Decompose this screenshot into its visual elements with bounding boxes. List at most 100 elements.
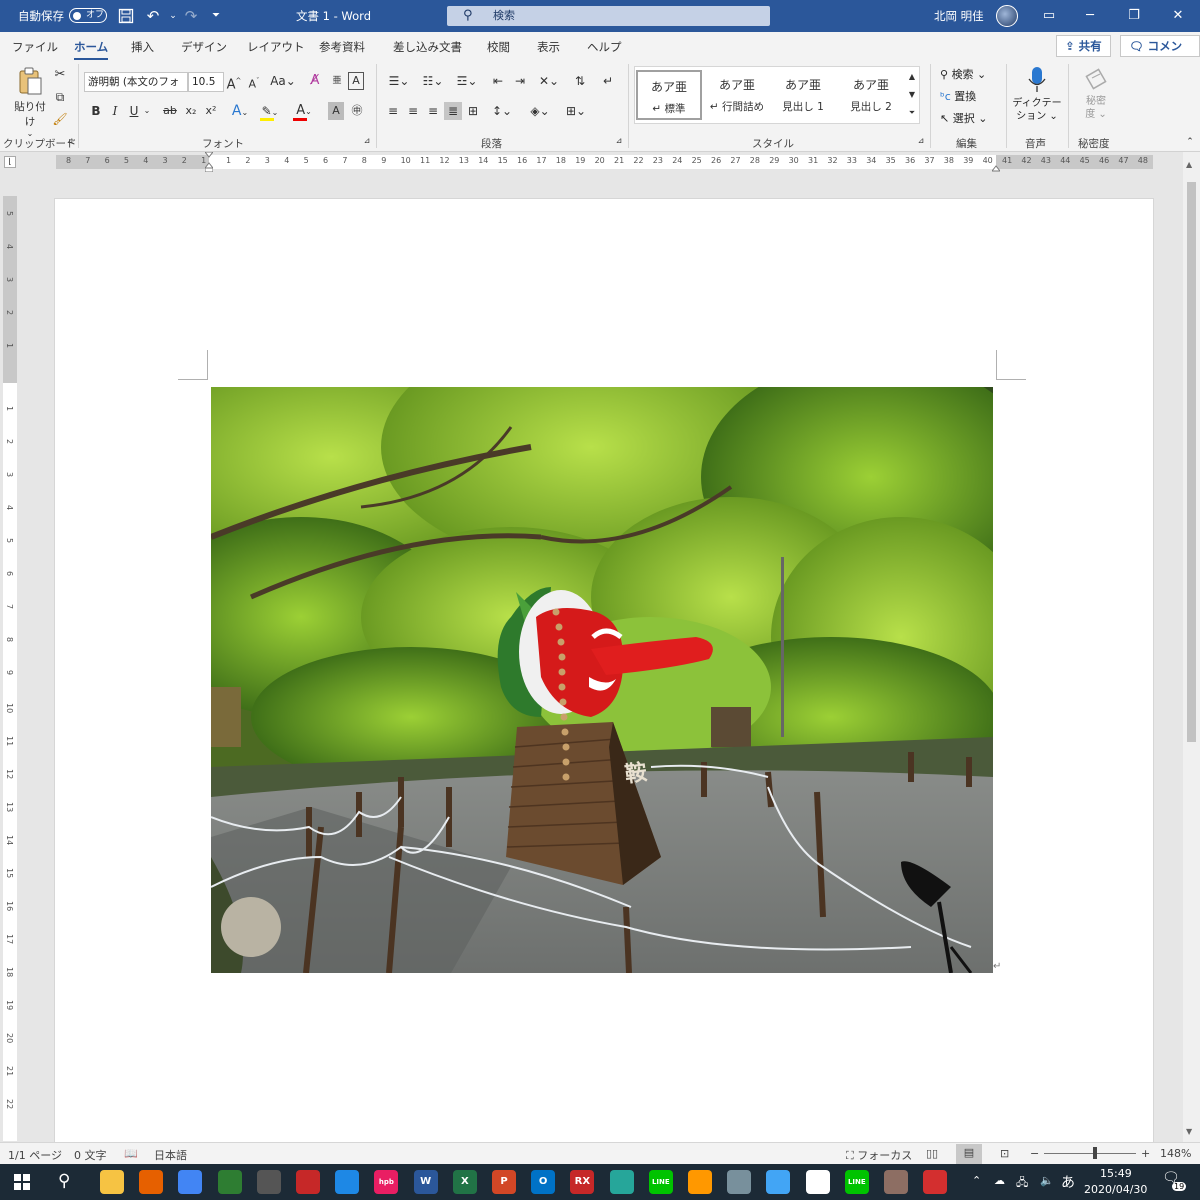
taskbar-excel-icon[interactable]: X [452,1170,477,1194]
language-indicator[interactable]: 日本語 [154,1147,187,1163]
taskbar-app-viewer-icon[interactable] [727,1170,752,1194]
tab-layout[interactable]: レイアウト [247,39,305,55]
underline-button[interactable]: U [127,102,141,120]
select-button[interactable]: ↖ 選択 ⌄ [940,110,987,126]
grow-font-icon[interactable]: A^ [226,72,242,92]
highlight-icon[interactable]: ✎⌄ [258,102,282,121]
font-name-combo[interactable]: 游明朝 (本文のフォ [84,72,188,92]
vertical-scrollbar[interactable]: ▲ ▼ [1183,152,1200,1142]
restore-icon[interactable]: ❐ [1112,0,1156,32]
clear-formatting-icon[interactable]: A̸ [306,72,324,90]
taskbar-firefox-icon[interactable] [139,1170,164,1194]
change-case-button[interactable]: Aa⌄ [270,72,296,90]
shrink-font-icon[interactable]: Aˇ [246,72,262,91]
zoom-slider-thumb[interactable] [1093,1147,1097,1159]
scroll-up-icon[interactable]: ▲ [1186,160,1192,169]
focus-mode-button[interactable]: ⛶ フォーカス [846,1147,912,1163]
increase-indent-icon[interactable]: ⇥ [510,72,530,90]
close-icon[interactable]: ✕ [1156,0,1200,32]
volume-icon[interactable]: 🔈 [1040,1174,1054,1187]
ribbon-display-icon[interactable]: ▭ [1027,0,1071,32]
styles-launcher-icon[interactable]: ⊿ [916,136,926,146]
comments-button[interactable]: 🗨 コメント [1120,35,1200,73]
sensitivity-button[interactable]: 秘密 度 ⌄ [1076,66,1116,121]
distributed-icon[interactable]: ⊞ [464,102,482,120]
justify-icon[interactable]: ≣ [444,102,462,120]
taskbar-app-camera-icon[interactable] [256,1170,281,1194]
tab-help[interactable]: ヘルプ [587,39,622,55]
taskbar-search-icon[interactable]: ⚲ [58,1171,70,1191]
inserted-photo[interactable]: 鞍 [211,387,993,973]
enclose-characters-icon[interactable]: ㊥ [348,102,366,120]
clock-date[interactable]: 2020/04/30 [1084,1183,1147,1196]
align-center-icon[interactable]: ≡ [404,102,422,120]
tab-insert[interactable]: 挿入 [131,39,154,55]
asian-layout-icon[interactable]: ✕⌄ [535,72,563,90]
taskbar-chrome-icon[interactable] [178,1170,203,1194]
tab-references[interactable]: 参考資料 [319,39,365,55]
text-effects-icon[interactable]: A⌄ [228,102,252,120]
underline-dropdown-icon[interactable]: ⌄ [142,102,152,120]
vertical-ruler[interactable]: 54321 1 2 3 4 5 6 7 8 9 10 11 12 13 14 15 16 17 18 19 20 21 2… [3,196,17,1141]
taskbar-app-green-icon[interactable] [217,1170,242,1194]
superscript-button[interactable]: x² [203,102,219,120]
taskbar-app-globe-icon[interactable] [335,1170,360,1194]
zoom-in-icon[interactable]: + [1141,1147,1150,1160]
save-icon[interactable] [115,5,137,27]
minimize-icon[interactable]: ─ [1068,0,1112,32]
taskbar-slack-icon[interactable] [805,1170,830,1194]
tab-design[interactable]: デザイン [181,39,227,55]
replace-button[interactable]: ᵇc 置換 [940,88,976,104]
zoom-out-icon[interactable]: − [1030,1147,1039,1160]
customize-qat-icon[interactable]: ⏷ [205,5,227,27]
windows-start-icon[interactable] [14,1174,30,1190]
clipboard-launcher-icon[interactable]: ⊿ [65,136,75,146]
web-layout-icon[interactable]: ⊡ [1000,1147,1009,1160]
taskbar-line2-icon[interactable]: LINE [844,1170,869,1194]
align-right-icon[interactable]: ≡ [424,102,442,120]
line-spacing-button[interactable]: ↕⌄ [488,102,516,120]
page-count[interactable]: 1/1 ページ [8,1147,62,1163]
undo-icon[interactable]: ↶ [142,5,164,27]
style-no-spacing[interactable]: あア亜 ↵ 行間詰め [704,70,770,120]
clock-time[interactable]: 15:49 [1100,1167,1132,1180]
taskbar-app-mail-icon[interactable] [766,1170,791,1194]
style-scroll-up-icon[interactable]: ▲ [905,68,919,86]
copy-icon[interactable]: ⧉ [52,88,68,106]
onedrive-icon[interactable]: ☁ [994,1174,1005,1187]
font-size-combo[interactable]: 10.5 [188,72,224,92]
network-icon[interactable]: 🖧 [1016,1174,1028,1193]
subscript-button[interactable]: x₂ [183,102,199,120]
bullets-button[interactable]: ☰⌄ [384,72,414,90]
taskbar-app-note-icon[interactable] [609,1170,634,1194]
find-button[interactable]: ⚲ 検索 ⌄ [940,66,986,82]
ime-indicator[interactable]: あ [1061,1172,1075,1192]
dictate-button[interactable]: ディクテー ション ⌄ [1012,66,1062,123]
print-layout-icon[interactable]: ▤ [956,1144,982,1164]
character-border-icon[interactable]: A [348,72,364,90]
tab-home[interactable]: ホーム [74,39,109,61]
format-painter-icon[interactable]: 🖌 [52,110,68,128]
user-name[interactable]: 北岡 明佳 [934,8,984,24]
numbering-button[interactable]: ☷⌄ [418,72,448,90]
share-button[interactable]: ⇪ 共有 [1056,35,1111,57]
taskbar-app-red-icon[interactable] [296,1170,320,1194]
word-count[interactable]: 0 文字 [74,1147,107,1163]
indent-marker-right[interactable] [990,163,1002,172]
autosave-toggle[interactable]: オフ [69,8,107,23]
paragraph-launcher-icon[interactable]: ⊿ [614,136,624,146]
tray-overflow-icon[interactable]: ⌃ [972,1174,981,1187]
italic-button[interactable]: I [108,102,122,120]
taskbar-powerpoint-icon[interactable]: P [492,1170,516,1194]
proofing-icon[interactable]: 📖 [124,1147,138,1160]
strikethrough-button[interactable]: ab [160,102,180,120]
style-heading-2[interactable]: あア亜 見出し 2 [838,70,904,120]
multilevel-list-button[interactable]: ☲⌄ [452,72,482,90]
tab-review[interactable]: 校閲 [487,39,510,55]
user-avatar[interactable] [996,5,1018,27]
tab-mailings[interactable]: 差し込み文書 [393,39,462,55]
bold-button[interactable]: B [88,102,104,120]
style-heading-1[interactable]: あア亜 見出し 1 [770,70,836,120]
scroll-down-icon[interactable]: ▼ [1186,1127,1192,1136]
taskbar-app-search-icon[interactable] [688,1170,712,1194]
